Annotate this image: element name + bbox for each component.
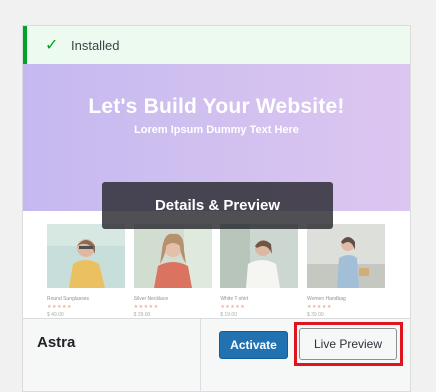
theme-screenshot[interactable]: Let's Build Your Website! Lorem Ipsum Du… — [23, 64, 410, 344]
checkmark-icon: ✓ — [45, 37, 59, 54]
live-preview-button[interactable]: Live Preview — [299, 328, 397, 360]
theme-footer: Astra Activate Live Preview — [23, 318, 410, 391]
activate-button[interactable]: Activate — [219, 331, 288, 359]
details-preview-button[interactable]: Details & Preview — [102, 182, 333, 229]
installed-label: Installed — [71, 37, 120, 53]
footer-divider — [200, 319, 201, 391]
theme-card: ✓ Installed Let's Build Your Website! Lo… — [22, 25, 411, 392]
theme-name: Astra — [37, 334, 76, 351]
installed-notice: ✓ Installed — [23, 26, 410, 64]
